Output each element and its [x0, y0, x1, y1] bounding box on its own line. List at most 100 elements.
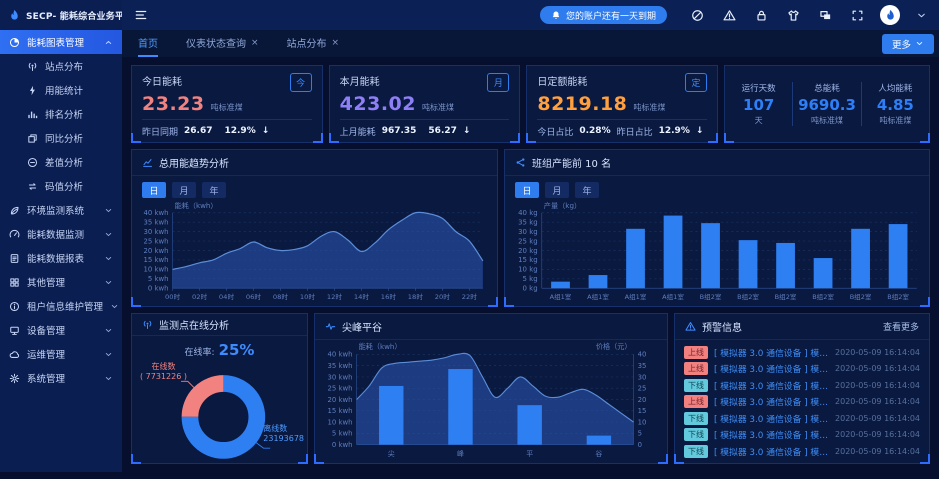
warning-icon[interactable]	[723, 9, 736, 22]
chevron-down-icon	[915, 39, 924, 48]
topbar-icons	[691, 9, 864, 22]
summary-label: 人均能耗	[862, 82, 929, 94]
tab-1[interactable]: 仪表状态查询×	[186, 30, 259, 57]
svg-text:平: 平	[526, 450, 533, 458]
alert-row[interactable]: 下线[ 模拟器 3.0 通信设备 ] 模拟器 3.0...2020-05-09 …	[684, 428, 920, 442]
svg-text:30: 30	[638, 373, 647, 381]
svg-text:02时: 02时	[192, 292, 208, 301]
sidebar-item-4[interactable]: 其他管理	[0, 270, 122, 294]
alert-row[interactable]: 下线[ 模拟器 3.0 通信设备 ] 模拟器 3.0...2020-05-09 …	[684, 444, 920, 458]
sidebar-subitem-0-4[interactable]: 差值分析	[0, 150, 122, 174]
user-menu-chevron-icon[interactable]	[916, 10, 927, 21]
trend-down-arrow: ↓	[696, 126, 704, 136]
team-output-chart: 0 kg5 kg10 kg15 kg20 kg25 kg30 kg35 kg40…	[505, 200, 929, 306]
svg-text:能耗（kwh）: 能耗（kwh）	[359, 342, 402, 351]
sidebar-subitem-0-1[interactable]: 用能统计	[0, 78, 122, 102]
alert-message: [ 模拟器 3.0 通信设备 ] 模拟器 3.0...	[714, 428, 829, 441]
sidebar-subitem-label: 用能统计	[45, 83, 83, 97]
sidebar-subitem-0-3[interactable]: 同比分析	[0, 126, 122, 150]
range-tab[interactable]: 月	[172, 182, 196, 198]
online-rate-value: 25%	[219, 341, 255, 359]
bell-icon	[551, 10, 561, 20]
svg-text:10 kg: 10 kg	[518, 266, 538, 274]
more-button[interactable]: 更多	[882, 34, 934, 54]
alert-row[interactable]: 下线[ 模拟器 3.0 通信设备 ] 模拟器 3.0...2020-05-09 …	[684, 378, 920, 392]
alert-message: [ 模拟器 3.0 通信设备 ] 模拟器 3.0...	[714, 445, 829, 458]
range-tab[interactable]: 年	[202, 182, 226, 198]
svg-text:25 kwh: 25 kwh	[328, 385, 353, 393]
status-badge: 下线	[684, 445, 708, 458]
sidebar-subitem-0-0[interactable]: 站点分布	[0, 54, 122, 78]
svg-text:5 kwh: 5 kwh	[148, 275, 169, 283]
fullscreen-icon[interactable]	[851, 9, 864, 22]
tab-2[interactable]: 站点分布×	[287, 30, 340, 57]
avatar[interactable]	[880, 5, 900, 25]
sidebar-subitem-0-2[interactable]: 排名分析	[0, 102, 122, 126]
sidebar-item-3[interactable]: 能耗数据报表	[0, 246, 122, 270]
sidebar-item-5[interactable]: 租户信息维护管理	[0, 294, 122, 318]
close-icon[interactable]: ×	[332, 38, 340, 48]
account-expiry-notice[interactable]: 您的账户还有一天到期	[540, 6, 667, 24]
sidebar-item-label: 能耗数据监测	[27, 227, 84, 241]
logo: SECP- 能耗综合业务平台	[0, 0, 122, 30]
device-icon	[9, 325, 20, 336]
app-title: SECP- 能耗综合业务平台	[26, 9, 133, 22]
range-tab[interactable]: 日	[142, 182, 166, 198]
footer-value2: 12.9%	[224, 126, 255, 136]
svg-text:峰: 峰	[457, 449, 464, 458]
svg-text:15: 15	[638, 407, 647, 415]
view-more-link[interactable]: 查看更多	[883, 320, 919, 333]
sidebar-item-1[interactable]: 环境监测系统	[0, 198, 122, 222]
alert-row[interactable]: 上线[ 模拟器 3.0 通信设备 ] 模拟器 3.0...2020-05-09 …	[684, 362, 920, 376]
alert-row[interactable]: 下线[ 模拟器 3.0 通信设备 ] 模拟器 3.0...2020-05-09 …	[684, 411, 920, 425]
summary-panel: 运行天数 107 天 总能耗 9690.3 吨标准煤 人均能耗 4.85 吨标准…	[724, 65, 930, 143]
svg-text:15 kwh: 15 kwh	[144, 256, 169, 264]
stats-row: 今日能耗 今 23.23 吨标准煤 昨日同期 26.67 12.9% ↓	[131, 65, 930, 143]
footer-value: 0.28%	[579, 126, 610, 136]
sidebar-item-6[interactable]: 设备管理	[0, 318, 122, 342]
sidebar-item-7[interactable]: 运维管理	[0, 342, 122, 366]
close-icon[interactable]: ×	[251, 38, 259, 48]
svg-text:10 kwh: 10 kwh	[144, 266, 169, 274]
dashboard-icon[interactable]	[691, 9, 704, 22]
range-tab[interactable]: 日	[515, 182, 539, 198]
tab-0[interactable]: 首页	[138, 30, 158, 57]
report-icon	[9, 253, 20, 264]
footer-label2: 昨日占比	[617, 125, 653, 138]
alert-row[interactable]: 上线[ 模拟器 3.0 通信设备 ] 模拟器 3.0...2020-05-09 …	[684, 395, 920, 409]
logo-flame-icon	[8, 9, 21, 22]
alert-row[interactable]: 上线[ 模拟器 3.0 通信设备 ] 模拟器 3.0...2020-05-09 …	[684, 345, 920, 359]
footer-value: 967.35	[382, 126, 417, 136]
menu-toggle-icon[interactable]	[134, 8, 148, 22]
sidebar-item-label: 能耗图表管理	[27, 35, 84, 49]
windows-icon[interactable]	[819, 9, 832, 22]
range-tab[interactable]: 年	[575, 182, 599, 198]
summary-unit: 吨标准煤	[862, 115, 929, 126]
gauge-icon	[9, 229, 20, 240]
sidebar-item-label: 租户信息维护管理	[27, 299, 103, 313]
alert-message: [ 模拟器 3.0 通信设备 ] 模拟器 3.0...	[714, 362, 829, 375]
svg-text:06时: 06时	[246, 292, 262, 301]
panel-title: 总用能趋势分析	[159, 155, 229, 170]
chevron-down-icon	[104, 374, 113, 383]
more-label: 更多	[892, 37, 911, 51]
sidebar-item-8[interactable]: 系统管理	[0, 366, 122, 390]
footer-value2: 12.9%	[659, 126, 690, 136]
summary-value: 9690.3	[793, 96, 860, 114]
footer-label: 上月能耗	[340, 125, 376, 138]
range-tab[interactable]: 月	[545, 182, 569, 198]
svg-text:35 kwh: 35 kwh	[328, 362, 353, 370]
lock-icon[interactable]	[755, 9, 768, 22]
alert-message: [ 模拟器 3.0 通信设备 ] 模拟器 3.0...	[714, 412, 829, 425]
svg-text:22时: 22时	[462, 292, 478, 301]
sidebar-item-2[interactable]: 能耗数据监测	[0, 222, 122, 246]
status-badge: 上线	[684, 395, 708, 408]
sidebar-subitem-0-5[interactable]: 码值分析	[0, 174, 122, 198]
alert-time: 2020-05-09 16:14:04	[835, 348, 920, 357]
svg-text:0 kg: 0 kg	[523, 285, 538, 293]
svg-text:5 kwh: 5 kwh	[332, 430, 353, 438]
energy-icon	[27, 85, 38, 96]
sidebar-item-0[interactable]: 能耗图表管理	[0, 30, 122, 54]
theme-icon[interactable]	[787, 9, 800, 22]
calendar-today-icon: 今	[290, 73, 312, 92]
